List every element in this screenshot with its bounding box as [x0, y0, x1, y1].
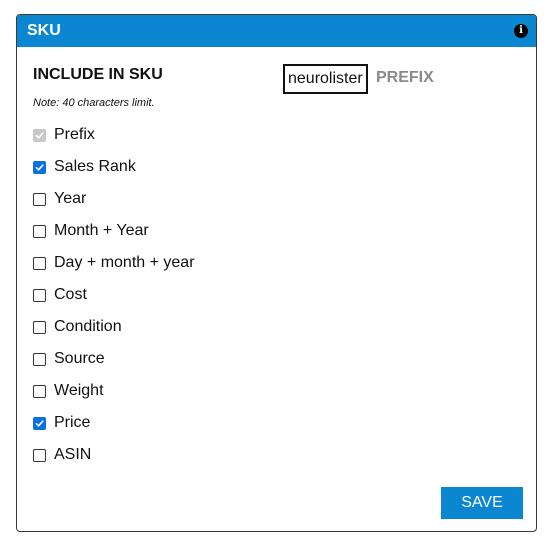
info-icon[interactable]: i — [514, 24, 528, 38]
option-label[interactable]: Year — [54, 190, 86, 208]
sku-option: Prefix — [33, 119, 195, 151]
sku-option: Weight — [33, 375, 195, 407]
option-label[interactable]: Source — [54, 350, 105, 368]
sku-options-list: Prefix Sales Rank Year Month + Year Day + mo… — [33, 119, 195, 471]
character-limit-note: Note: 40 characters limit. — [33, 97, 155, 109]
section-title: INCLUDE IN SKU — [33, 66, 163, 83]
option-checkbox[interactable] — [33, 160, 46, 174]
option-label[interactable]: Price — [54, 414, 90, 432]
sku-panel: SKU i INCLUDE IN SKU Note: 40 characters… — [16, 14, 537, 532]
sku-option: Day + month + year — [33, 247, 195, 279]
option-checkbox[interactable] — [33, 416, 46, 430]
option-checkbox[interactable] — [33, 192, 46, 206]
option-label[interactable]: Day + month + year — [54, 254, 195, 272]
panel-title: SKU — [27, 22, 61, 39]
option-label[interactable]: Weight — [54, 382, 104, 400]
option-checkbox — [33, 128, 46, 142]
sku-option: Condition — [33, 311, 195, 343]
option-label[interactable]: Sales Rank — [54, 158, 136, 176]
option-checkbox[interactable] — [33, 448, 46, 462]
option-label[interactable]: Prefix — [54, 126, 95, 144]
option-checkbox[interactable] — [33, 384, 46, 398]
sku-option: Month + Year — [33, 215, 195, 247]
option-checkbox[interactable] — [33, 320, 46, 334]
sku-option: Source — [33, 343, 195, 375]
panel-header: SKU i — [17, 15, 536, 47]
option-label[interactable]: ASIN — [54, 446, 91, 464]
option-checkbox[interactable] — [33, 256, 46, 270]
option-label[interactable]: Month + Year — [54, 222, 149, 240]
option-checkbox[interactable] — [33, 352, 46, 366]
save-button[interactable]: SAVE — [441, 487, 523, 519]
sku-option: ASIN — [33, 439, 195, 471]
prefix-label: PREFIX — [376, 69, 434, 86]
option-checkbox[interactable] — [33, 288, 46, 302]
sku-option: Cost — [33, 279, 195, 311]
sku-option: Price — [33, 407, 195, 439]
prefix-input[interactable] — [283, 64, 368, 94]
option-label[interactable]: Condition — [54, 318, 122, 336]
sku-option: Sales Rank — [33, 151, 195, 183]
option-label[interactable]: Cost — [54, 286, 87, 304]
sku-option: Year — [33, 183, 195, 215]
option-checkbox[interactable] — [33, 224, 46, 238]
